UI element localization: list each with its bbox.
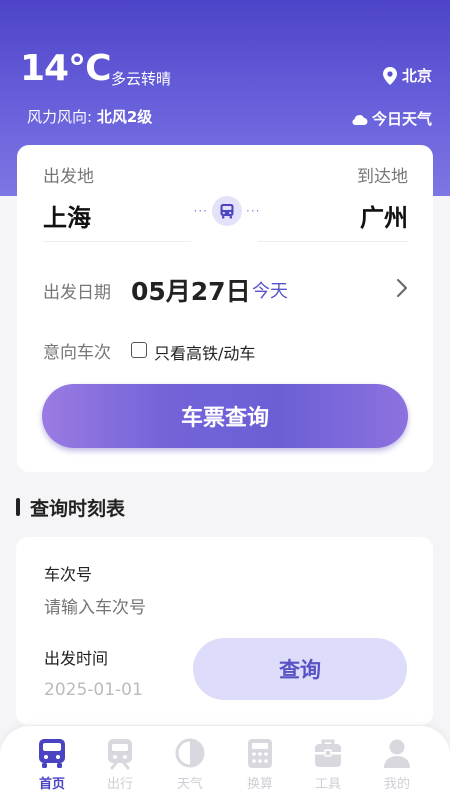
tab-home[interactable]: 首页 — [22, 738, 82, 792]
tab-profile-label: 我的 — [383, 777, 410, 792]
half-moon-icon — [175, 738, 205, 768]
tab-convert-label: 换算 — [246, 777, 273, 792]
from-label: 出发地 — [43, 167, 94, 187]
train-no-label: 车次号 — [44, 565, 93, 584]
train-icon — [108, 739, 132, 770]
from-city[interactable]: 上海 — [43, 198, 91, 233]
depart-time-label: 出发时间 — [44, 649, 109, 668]
bus-icon — [39, 739, 65, 768]
highspeed-only-label[interactable]: 只看高铁/动车 — [154, 340, 255, 364]
today-weather-label: 今日天气 — [371, 110, 432, 128]
cloud-icon — [352, 114, 368, 125]
today-weather-link[interactable]: 今日天气 — [350, 108, 432, 129]
highspeed-only-checkbox[interactable] — [131, 342, 147, 358]
tab-travel-label: 出行 — [106, 777, 133, 792]
timetable-query-button[interactable]: 查询 — [193, 638, 407, 700]
today-tag: 今天 — [252, 281, 288, 302]
depart-time-field[interactable]: 2025-01-01 — [44, 680, 143, 700]
toolbox-icon — [315, 739, 341, 767]
tab-weather[interactable]: 天气 — [160, 738, 220, 792]
tab-travel[interactable]: 出行 — [90, 738, 150, 792]
tab-tools-label: 工具 — [314, 777, 341, 792]
timetable-title: 查询时刻表 — [30, 498, 126, 520]
weather-description: 多云转晴 — [111, 70, 172, 88]
location-name: 北京 — [401, 67, 432, 85]
tab-convert[interactable]: 换算 — [230, 738, 290, 792]
to-divider — [258, 241, 408, 242]
location-selector[interactable]: 北京 — [382, 65, 432, 86]
wind-value: 北风2级 — [96, 108, 153, 126]
location-pin-icon — [382, 66, 397, 85]
train-pref-label: 意向车次 — [43, 343, 111, 363]
dots-right-icon: ··· — [246, 204, 261, 218]
ticket-search-button[interactable]: 车票查询 — [42, 384, 408, 448]
dots-left-icon: ··· — [193, 204, 208, 218]
to-city[interactable]: 广州 — [360, 198, 408, 233]
to-label: 到达地 — [357, 167, 408, 187]
tab-home-label: 首页 — [38, 777, 65, 792]
section-marker — [16, 498, 20, 516]
train-no-input[interactable] — [44, 595, 244, 621]
bus-icon — [220, 203, 234, 218]
user-icon — [384, 739, 410, 768]
date-value[interactable]: 05月27日 — [131, 272, 251, 308]
wind-info: 风力风向: 北风2级 — [27, 106, 152, 127]
swap-cities-button[interactable]: ··· ··· — [190, 195, 264, 227]
swap-circle — [212, 196, 242, 226]
tab-profile[interactable]: 我的 — [367, 738, 427, 792]
from-divider — [43, 241, 191, 242]
temperature: 14°C — [20, 48, 112, 89]
tab-weather-label: 天气 — [176, 777, 203, 792]
calculator-icon — [248, 739, 272, 768]
wind-label: 风力风向: — [27, 108, 97, 126]
date-label: 出发日期 — [43, 283, 111, 303]
tab-tools[interactable]: 工具 — [298, 738, 358, 792]
chevron-right-icon[interactable] — [396, 278, 408, 298]
